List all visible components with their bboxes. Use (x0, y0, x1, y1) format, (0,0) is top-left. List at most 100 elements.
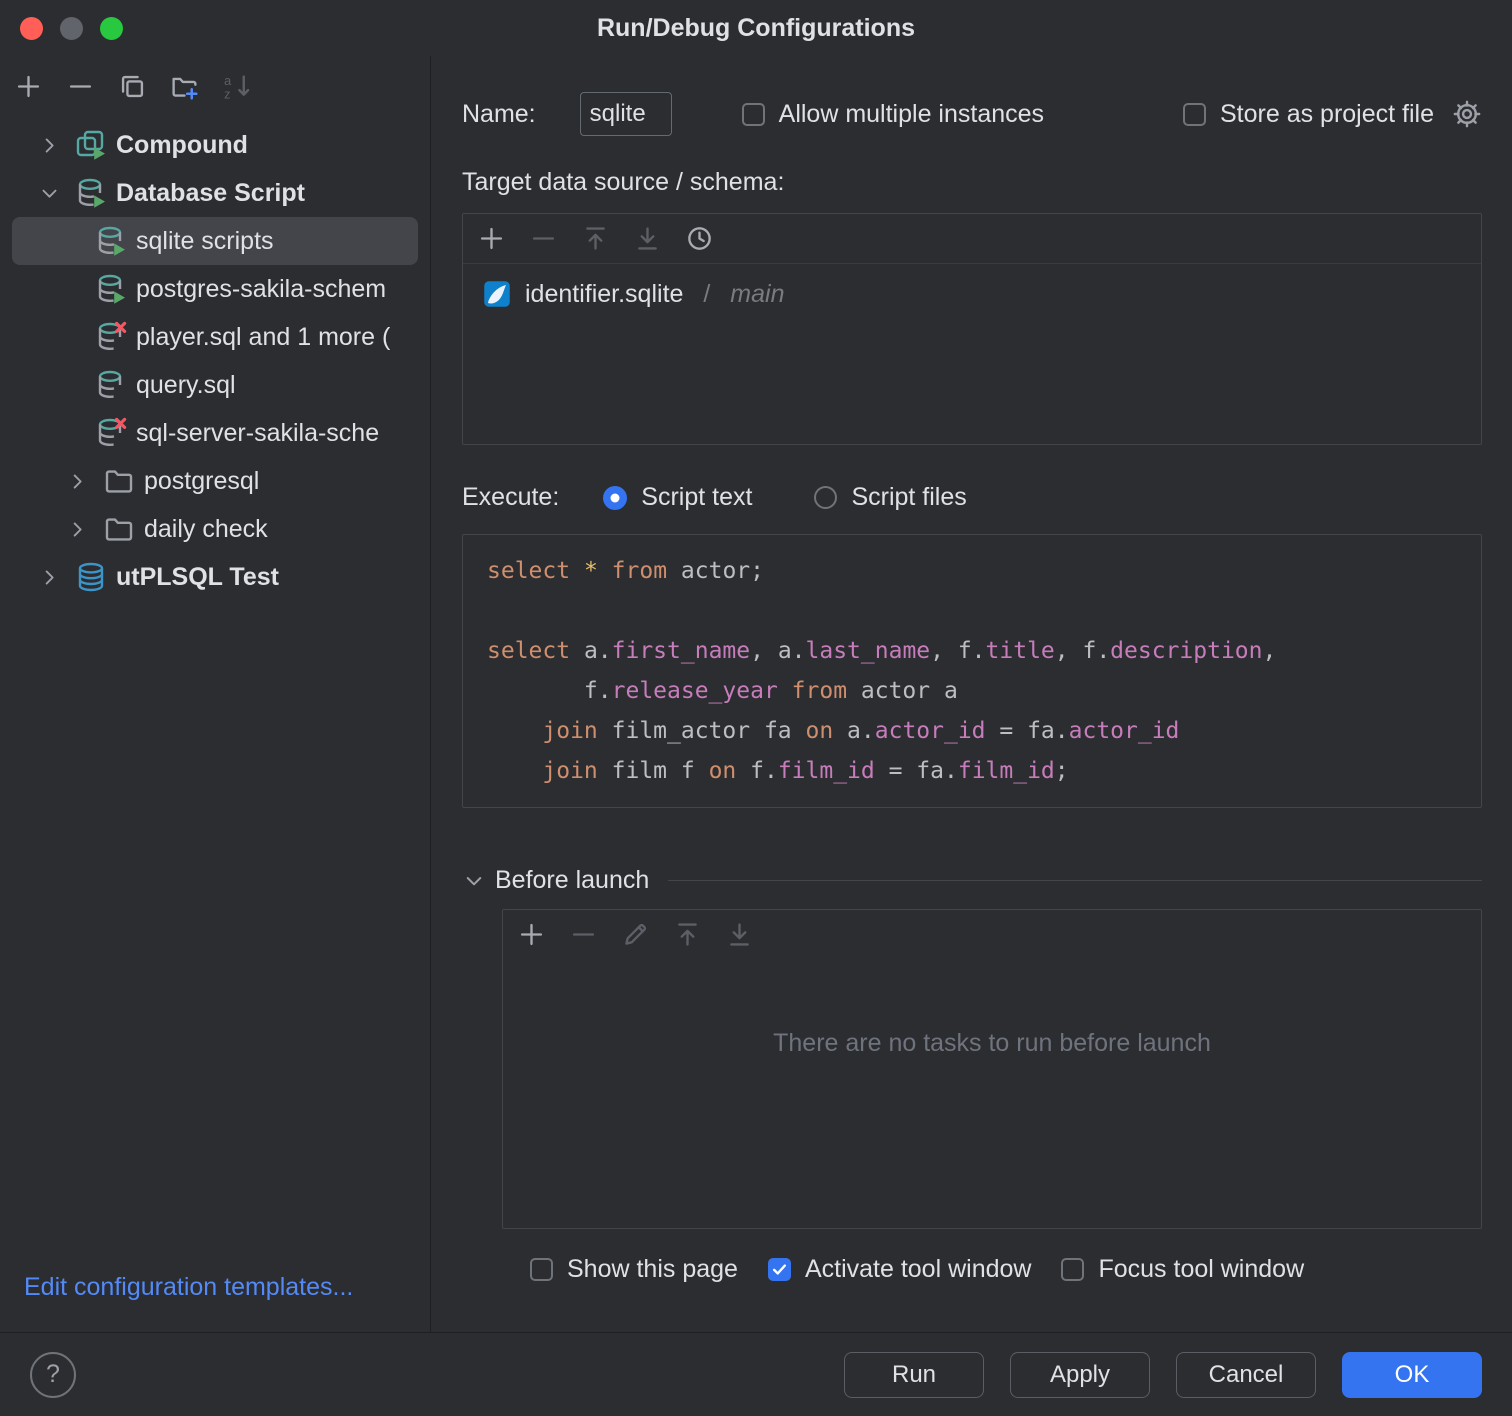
database-script-icon (74, 176, 108, 210)
footer-buttons: Run Apply Cancel OK (844, 1352, 1482, 1398)
remove-icon[interactable] (66, 72, 95, 101)
config-tree: Compound Database Script sqlite scripts pos… (0, 121, 430, 1255)
execute-label: Execute: (462, 483, 559, 512)
name-row: Name: Allow multiple instances Store as … (462, 90, 1482, 138)
remove-icon[interactable] (529, 224, 558, 253)
run-button[interactable]: Run (844, 1352, 984, 1398)
target-toolbar (463, 214, 1481, 264)
execute-option-script-text[interactable]: Script text (603, 483, 752, 512)
apply-button[interactable]: Apply (1010, 1352, 1150, 1398)
close-window-button[interactable] (20, 17, 43, 40)
sort-alpha-icon[interactable]: az (222, 72, 251, 101)
tree-item-database-script[interactable]: Database Script (12, 169, 418, 217)
minimize-window-button[interactable] (60, 17, 83, 40)
target-data-source-panel: identifier.sqlite / main (462, 213, 1482, 445)
checkbox-icon[interactable] (530, 1258, 553, 1281)
database-run-icon (94, 224, 128, 258)
tree-item-query-sql[interactable]: query.sql (12, 361, 418, 409)
chevron-right-icon[interactable] (32, 134, 66, 157)
sql-code-line: select a.first_name, a.last_name, f.titl… (487, 631, 1457, 671)
configuration-form: Name: Allow multiple instances Store as … (431, 56, 1512, 1332)
tree-item-label: sqlite scripts (136, 227, 274, 256)
before-launch-toolbar (503, 910, 1481, 959)
remove-icon[interactable] (569, 920, 598, 949)
schedule-icon[interactable] (685, 224, 714, 253)
data-source-separator: / (696, 280, 717, 309)
radio-icon[interactable] (603, 486, 627, 510)
tree-item-postgresql[interactable]: postgresql (12, 457, 418, 505)
footer-checkboxes: Show this page Activate tool window Focus … (530, 1255, 1482, 1284)
help-button[interactable]: ? (30, 1352, 76, 1398)
radio-icon[interactable] (814, 486, 837, 509)
data-source-name: identifier.sqlite (525, 280, 683, 309)
tree-item-postgres-sakila-schem[interactable]: postgres-sakila-schem (12, 265, 418, 313)
chevron-down-icon[interactable] (32, 182, 66, 205)
add-icon[interactable] (477, 224, 506, 253)
copy-icon[interactable] (118, 72, 147, 101)
move-up-icon[interactable] (673, 920, 702, 949)
checkbox-icon[interactable] (1183, 103, 1206, 126)
checkbox-focus-tool-window[interactable]: Focus tool window (1061, 1255, 1304, 1284)
tree-item-compound[interactable]: Compound (12, 121, 418, 169)
tree-item-utplsql-test[interactable]: utPLSQL Test (12, 553, 418, 601)
tree-item-daily-check[interactable]: daily check (12, 505, 418, 553)
checkbox-label: Store as project file (1220, 100, 1434, 129)
execute-option-script-files[interactable]: Script files (814, 483, 966, 512)
sql-editor[interactable]: select * from actor; select a.first_name,… (462, 534, 1482, 808)
gear-icon[interactable] (1452, 99, 1482, 129)
before-launch-panel: There are no tasks to run before launch (502, 909, 1482, 1229)
window-title: Run/Debug Configurations (597, 14, 915, 43)
before-launch-label: Before launch (495, 866, 649, 895)
add-icon[interactable] (517, 920, 546, 949)
folder-icon (102, 464, 136, 498)
tree-item-label: daily check (144, 515, 268, 544)
sql-code-line: f.release_year from actor a (487, 671, 1457, 711)
titlebar: Run/Debug Configurations (0, 0, 1512, 56)
name-label: Name: (462, 100, 536, 129)
folder-icon (102, 512, 136, 546)
cancel-button[interactable]: Cancel (1176, 1352, 1316, 1398)
allow-multiple-instances-checkbox[interactable]: Allow multiple instances (742, 100, 1044, 129)
chevron-down-icon[interactable] (462, 869, 486, 893)
checkbox-label: Show this page (567, 1255, 738, 1284)
tree-item-label: sql-server-sakila-sche (136, 419, 379, 448)
data-source-item[interactable]: identifier.sqlite / main (463, 264, 1481, 324)
tree-item-label: postgres-sakila-schem (136, 275, 386, 304)
checkbox-icon[interactable] (1061, 1258, 1084, 1281)
move-down-icon[interactable] (633, 224, 662, 253)
tree-item-sql-server-sakila-sche[interactable]: sql-server-sakila-sche (12, 409, 418, 457)
new-folder-icon[interactable] (170, 72, 199, 101)
chevron-right-icon[interactable] (32, 566, 66, 589)
add-icon[interactable] (14, 72, 43, 101)
chevron-right-icon[interactable] (60, 470, 94, 493)
tree-item-player-sql-and-1-more[interactable]: player.sql and 1 more ( (12, 313, 418, 361)
edit-icon[interactable] (621, 920, 650, 949)
database-icon (94, 368, 128, 402)
dialog-footer: ? Run Apply Cancel OK (0, 1332, 1512, 1416)
checkbox-label: Allow multiple instances (779, 100, 1044, 129)
sql-code-line: join film_actor fa on a.actor_id = fa.ac… (487, 711, 1457, 751)
store-as-project-file-checkbox[interactable]: Store as project file (1183, 100, 1434, 129)
before-launch-header[interactable]: Before launch (462, 866, 1482, 895)
move-down-icon[interactable] (725, 920, 754, 949)
name-input[interactable] (580, 92, 672, 136)
edit-templates-link[interactable]: Edit configuration templates... (0, 1255, 430, 1332)
sqlite-file-icon (482, 279, 512, 309)
sql-code-line: select * from actor; (487, 551, 1457, 591)
tree-item-sqlite-scripts[interactable]: sqlite scripts (12, 217, 418, 265)
dialog-body: az Compound Database Script sqlite scripts… (0, 56, 1512, 1332)
database-error-icon (94, 320, 128, 354)
sidebar-toolbar: az (0, 56, 430, 115)
move-up-icon[interactable] (581, 224, 610, 253)
tree-item-label: Database Script (116, 179, 305, 208)
chevron-right-icon[interactable] (60, 518, 94, 541)
compound-icon (74, 128, 108, 162)
ok-button[interactable]: OK (1342, 1352, 1482, 1398)
checkbox-icon[interactable] (768, 1258, 791, 1281)
sql-code-line (487, 591, 1457, 631)
radio-label: Script text (641, 483, 752, 512)
zoom-window-button[interactable] (100, 17, 123, 40)
checkbox-activate-tool-window[interactable]: Activate tool window (768, 1255, 1032, 1284)
checkbox-show-this-page[interactable]: Show this page (530, 1255, 738, 1284)
checkbox-icon[interactable] (742, 103, 765, 126)
